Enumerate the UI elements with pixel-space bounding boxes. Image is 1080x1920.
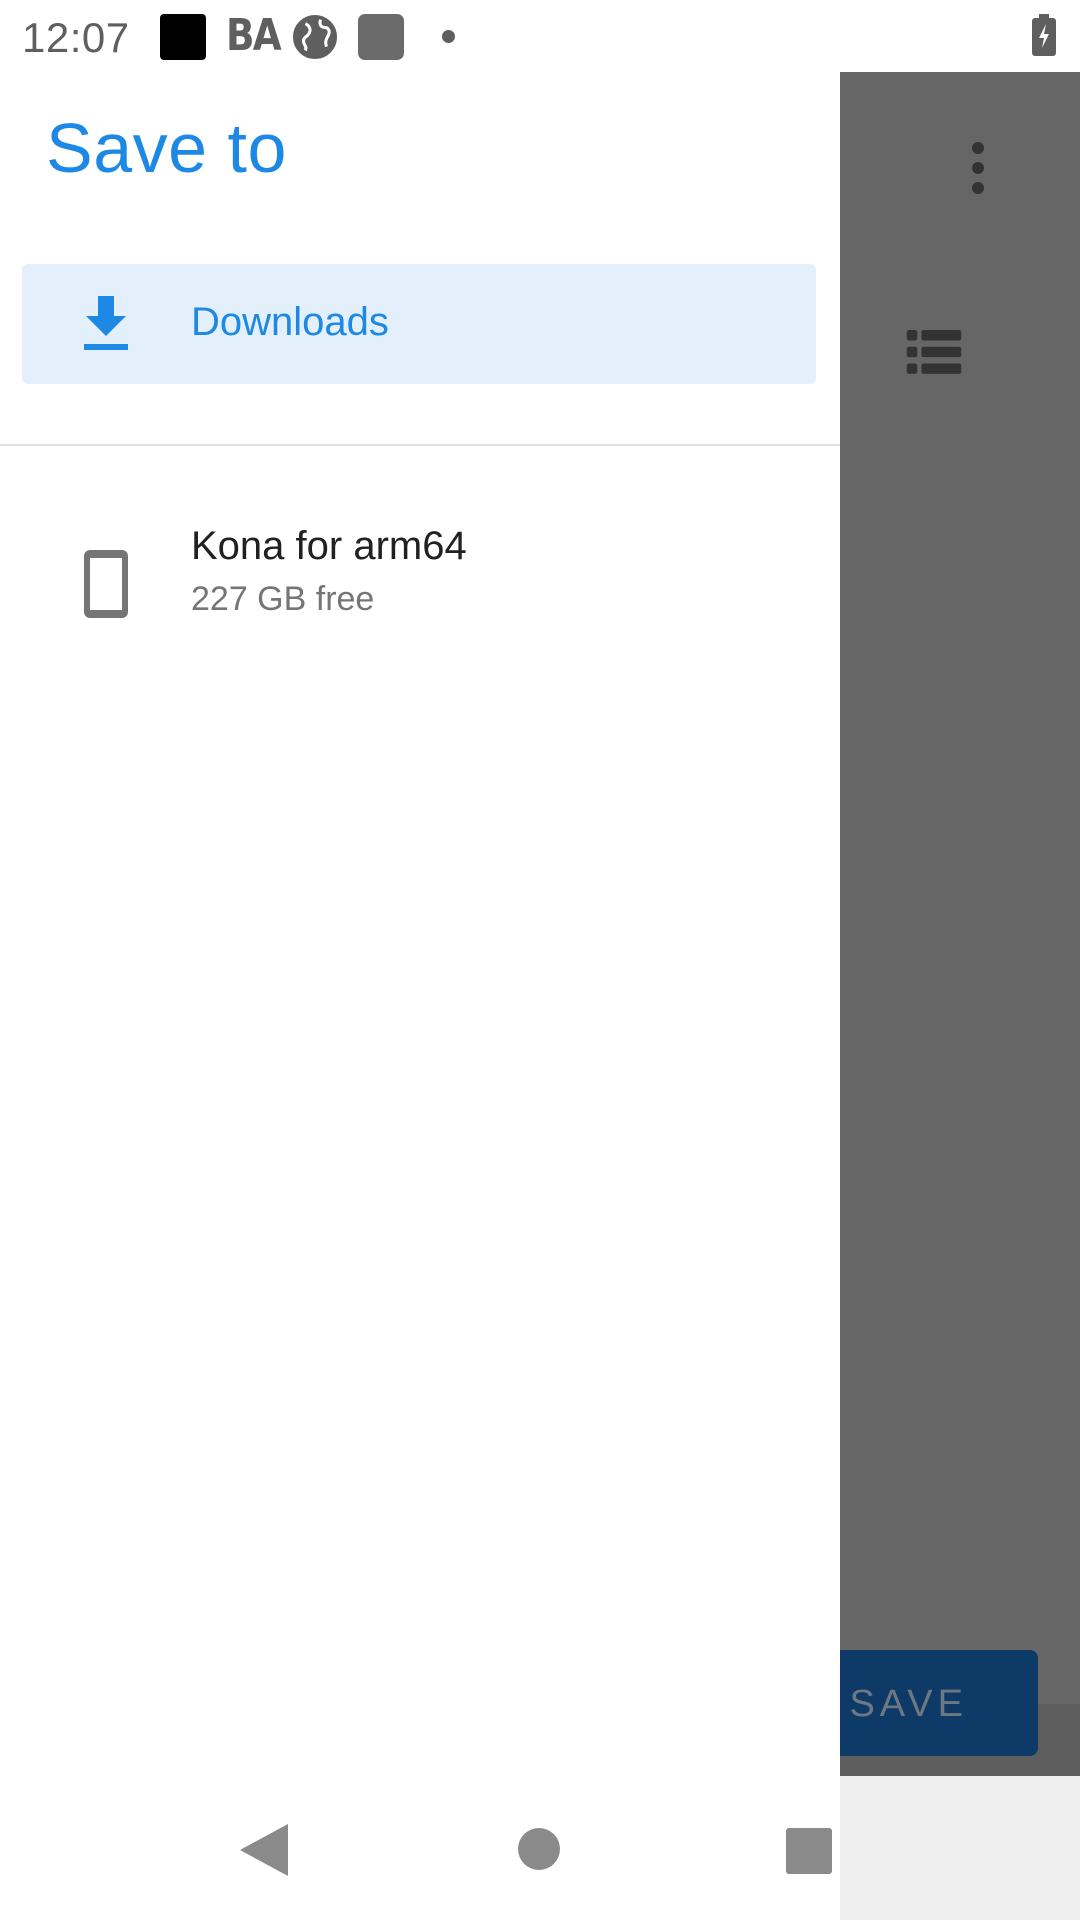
gray-square-icon (358, 14, 404, 60)
overflow-menu-icon[interactable] (958, 140, 998, 196)
recents-icon[interactable] (786, 1828, 832, 1874)
navigation-bar-drawer-part (0, 1776, 840, 1920)
drawer-divider (0, 444, 840, 446)
list-view-icon[interactable] (906, 330, 962, 376)
drawer-title: Save to (46, 109, 287, 187)
battery-charging-icon (1032, 14, 1056, 56)
roots-item-device[interactable]: Kona for arm64 227 GB free (0, 512, 840, 652)
navigation-bar (0, 1776, 1080, 1920)
save-to-drawer: Save to Downloads Kona for arm64 227 GB … (0, 72, 840, 1920)
status-time: 12:07 (22, 14, 130, 61)
save-button[interactable]: SAVE (808, 1650, 1038, 1756)
status-bar: 12:07 BA (0, 0, 1080, 72)
dot-icon (442, 30, 455, 43)
download-icon (84, 296, 128, 350)
roots-item-downloads[interactable]: Downloads (22, 264, 816, 384)
phone-icon (84, 550, 128, 618)
back-icon[interactable] (240, 1824, 288, 1876)
screen: 12:07 BA SAVE Save to Downloads Kona for… (0, 0, 1080, 1920)
black-square-icon (160, 14, 206, 60)
downloads-label: Downloads (191, 300, 389, 344)
device-free-space: 227 GB free (191, 580, 375, 618)
home-icon[interactable] (518, 1828, 560, 1870)
globe-icon (292, 14, 338, 60)
device-name: Kona for arm64 (191, 524, 467, 568)
ba-icon: BA (226, 10, 282, 61)
